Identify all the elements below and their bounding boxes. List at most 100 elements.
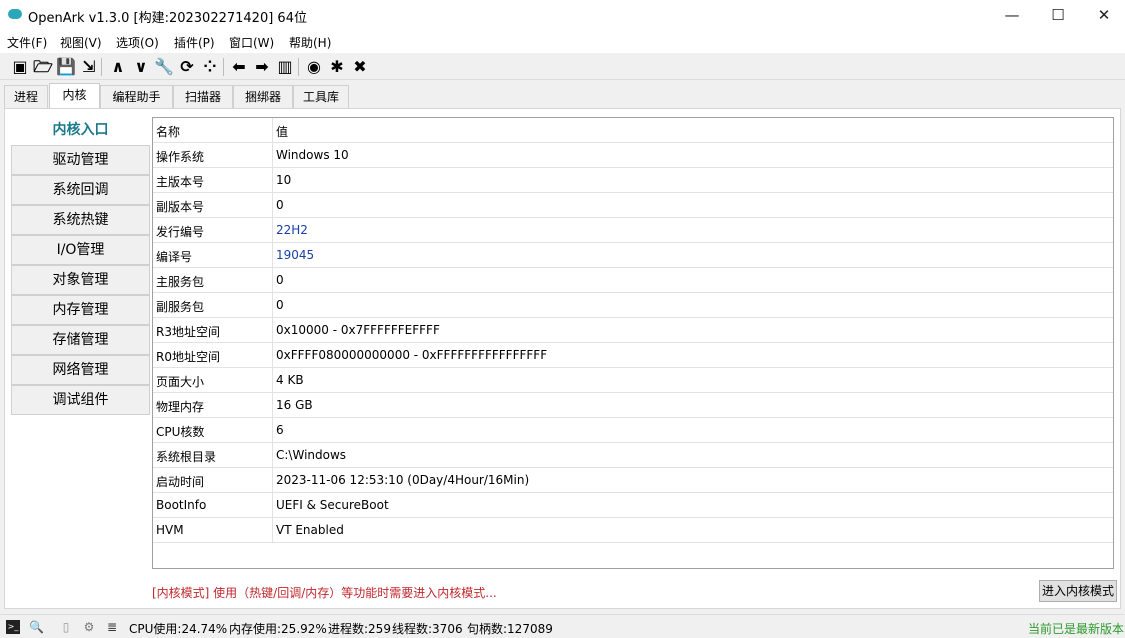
cell-value: UEFI & SecureBoot [276,498,389,512]
app-logo-icon [8,9,22,19]
open-folder-icon[interactable]: 🗁 [33,57,53,77]
table-row[interactable]: BootInfo UEFI & SecureBoot [153,493,1113,518]
sidebar-item[interactable]: I/O管理 [11,235,150,265]
table-row[interactable]: 页面大小 4 KB [153,368,1113,393]
toolbar-separator [298,58,299,76]
cell-value: 0 [276,298,284,312]
column-divider [272,443,273,468]
cell-name: CPU核数 [156,425,205,439]
arrow-right-icon[interactable]: ➡ [252,57,272,77]
column-divider [272,193,273,218]
column-divider [272,418,273,443]
column-divider [272,118,273,143]
header-name: 名称 [156,125,181,139]
file-icon[interactable]: ▯ [59,620,73,634]
close-button[interactable]: ✕ [1081,0,1125,30]
toolbar-separator [101,58,102,76]
sidebar-item[interactable]: 系统热键 [11,205,150,235]
tab-2[interactable]: 编程助手 [100,85,173,108]
cell-name: 启动时间 [156,475,205,489]
table-row[interactable]: R3地址空间 0x10000 - 0x7FFFFFFEFFFF [153,318,1113,343]
pin-icon[interactable]: ✱ [327,57,347,77]
tab-5[interactable]: 工具库 [293,85,349,108]
table-row[interactable]: 系统根目录 C:\Windows [153,443,1113,468]
console-icon[interactable]: >_ [6,620,20,634]
sidebar-item[interactable]: 系统回调 [11,175,150,205]
menu-item[interactable]: 窗口(W) [229,34,274,51]
close-box-icon[interactable]: ✖ [350,57,370,77]
database-icon[interactable]: ≣ [105,620,119,634]
column-divider [272,468,273,493]
memory-usage: 内存使用:25.92% [229,622,327,636]
table-row[interactable]: 启动时间 2023-11-06 12:53:10 (0Day/4Hour/16Mi… [153,468,1113,493]
sidebar-item[interactable]: 对象管理 [11,265,150,295]
cell-value: 0x10000 - 0x7FFFFFFEFFFF [276,323,440,337]
enter-kernel-mode-button[interactable]: 进入内核模式 [1039,580,1117,602]
sidebar-item[interactable]: 网络管理 [11,355,150,385]
sidebar-item[interactable]: 调试组件 [11,385,150,415]
tab-3[interactable]: 扫描器 [173,85,233,108]
table-row[interactable]: 物理内存 16 GB [153,393,1113,418]
table-row[interactable]: 副服务包 0 [153,293,1113,318]
cell-value: 6 [276,423,284,437]
minimize-button[interactable]: — [989,0,1035,30]
toolbar-separator [223,58,224,76]
kernel-info-table: 名称 值操作系统 Windows 10 主版本号 10 副版本号 0 发行编号 22H2 编译号 1… [152,117,1114,569]
maximize-button[interactable]: ☐ [1035,0,1081,30]
column-divider [272,143,273,168]
table-row[interactable]: 主版本号 10 [153,168,1113,193]
table-row[interactable]: 编译号 19045 [153,243,1113,268]
tab-0[interactable]: 进程 [4,85,48,108]
sidebar-item[interactable]: 内核入口 [11,115,150,145]
arrow-left-icon[interactable]: ⬅ [229,57,249,77]
save-icon[interactable]: 💾 [56,57,76,77]
menu-item[interactable]: 文件(F) [7,34,47,51]
process-count: 进程数:259 [328,622,391,636]
export-icon[interactable]: ⇲ [79,57,99,77]
grid-icon[interactable]: ⁘ [200,57,220,77]
menu-item[interactable]: 视图(V) [60,34,102,51]
cell-name: 编译号 [156,250,193,264]
tab-1[interactable]: 内核 [49,83,100,109]
console-icon[interactable]: ▣ [10,57,30,77]
cell-name: HVM [156,523,184,537]
table-row[interactable]: 发行编号 22H2 [153,218,1113,243]
cell-name: BootInfo [156,498,207,512]
refresh-icon[interactable]: ⟳ [177,57,197,77]
cell-value: C:\Windows [276,448,347,462]
cell-value: 0 [276,273,284,287]
menu-item[interactable]: 选项(O) [116,34,159,51]
chevron-down-icon[interactable]: ∨ [131,57,151,77]
chevron-up-icon[interactable]: ∧ [108,57,128,77]
column-divider [272,293,273,318]
sidebar-item[interactable]: 存储管理 [11,325,150,355]
cell-name: 物理内存 [156,400,205,414]
column-divider [272,218,273,243]
tab-4[interactable]: 捆绑器 [233,85,293,108]
search-icon[interactable]: 🔍 [29,620,44,634]
table-row[interactable]: R0地址空间 0xFFFF080000000000 - 0xFFFFFFFFFFF… [153,343,1113,368]
cell-name: 副版本号 [156,200,205,214]
wrench-icon[interactable]: 🔧 [154,57,174,77]
cell-name: 页面大小 [156,375,205,389]
menu-item[interactable]: 插件(P) [174,34,215,51]
table-row[interactable]: HVM VT Enabled [153,518,1113,543]
table-row[interactable]: CPU核数 6 [153,418,1113,443]
toolbar: ▣ 🗁 💾 ⇲ ∧ ∨ 🔧 ⟳ ⁘ ⬅ ➡ ▥ ◉ ✱ ✖ [0,54,1125,80]
cell-name: 发行编号 [156,225,205,239]
cell-name: R3地址空间 [156,325,220,339]
gears-icon[interactable]: ⚙ [82,620,96,634]
cell-name: 操作系统 [156,150,205,164]
version-status: 当前已是最新版本 [1028,622,1125,636]
cell-value: 10 [276,173,292,187]
table-row[interactable]: 副版本号 0 [153,193,1113,218]
table-row[interactable]: 主服务包 0 [153,268,1113,293]
table-row[interactable]: 操作系统 Windows 10 [153,143,1113,168]
sidebar-item[interactable]: 内存管理 [11,295,150,325]
sidebar-item[interactable]: 驱动管理 [11,145,150,175]
map-icon[interactable]: ▥ [275,57,295,77]
github-icon[interactable]: ◉ [304,57,324,77]
cell-value: 19045 [276,248,315,262]
status-bar: >_ 🔍 ▯ ⚙ ≣ CPU使用:24.74% 内存使用:25.92% 进程数:… [0,614,1125,638]
menu-item[interactable]: 帮助(H) [289,34,331,51]
